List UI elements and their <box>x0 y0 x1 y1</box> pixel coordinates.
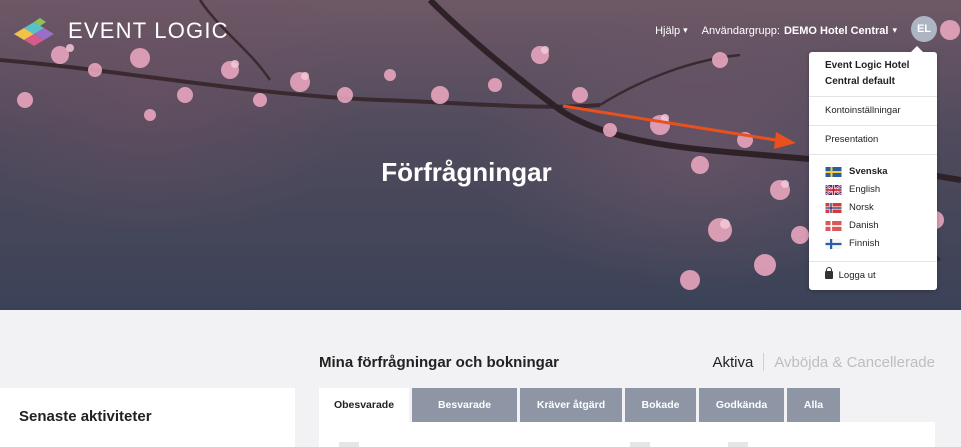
filter-declined-cancelled[interactable]: Avböjda & Cancellerade <box>774 354 935 371</box>
help-label: Hjälp <box>655 24 681 37</box>
language-danish[interactable]: Danish <box>825 217 921 235</box>
top-navigation: Hjälp ▾ Användargrupp: DEMO Hotel Centra… <box>655 16 937 42</box>
flag-dk-icon <box>825 221 842 231</box>
logout-button[interactable]: Logga ut <box>825 267 921 283</box>
language-finnish[interactable]: Finnish <box>825 235 921 253</box>
user-group-selector[interactable]: Användargrupp: DEMO Hotel Central ▾ <box>702 25 897 37</box>
language-label: Svenska <box>849 166 888 177</box>
tab-panel <box>319 422 935 447</box>
tab-requires-action[interactable]: Kräver åtgärd <box>520 388 622 422</box>
language-english[interactable]: English <box>825 181 921 199</box>
account-name: Event Logic Hotel Central default <box>809 52 937 97</box>
user-group-value: DEMO Hotel Central <box>783 24 889 37</box>
menu-item-account-settings[interactable]: Kontoinställningar <box>825 104 921 118</box>
tab-answered[interactable]: Besvarade <box>412 388 517 422</box>
recent-activities-title: Senaste aktiviteter <box>19 408 152 425</box>
request-tabs: Obesvarade Besvarade Kräver åtgärd Bokad… <box>319 388 840 422</box>
help-menu[interactable]: Hjälp ▾ <box>655 25 688 37</box>
chevron-down-icon: ▾ <box>683 25 688 35</box>
language-label: Norsk <box>849 202 874 213</box>
language-label: English <box>849 184 881 195</box>
main-content: Senaste aktiviteter Mina förfrågningar o… <box>0 310 961 447</box>
language-label: Danish <box>849 220 879 231</box>
to-label-placeholder <box>728 442 748 447</box>
language-norsk[interactable]: Norsk <box>825 199 921 217</box>
event-logic-logo-icon <box>12 14 56 48</box>
language-svenska[interactable]: Svenska <box>825 163 921 181</box>
requests-section-title: Mina förfrågningar och bokningar <box>319 354 560 371</box>
recent-activities-card: Senaste aktiviteter <box>0 388 295 447</box>
tab-booked[interactable]: Bokade <box>625 388 696 422</box>
tab-approved[interactable]: Godkända <box>699 388 784 422</box>
search-label-placeholder <box>339 442 359 447</box>
flag-fi-icon <box>825 239 842 249</box>
tab-unanswered[interactable]: Obesvarade <box>319 388 409 422</box>
filter-divider <box>763 353 765 371</box>
brand-name: EVENT LOGIC <box>68 18 229 43</box>
annotation-arrow <box>562 104 783 143</box>
user-dropdown-menu: Event Logic Hotel Central default Kontoi… <box>809 46 937 290</box>
logo[interactable]: EVENT LOGIC <box>12 14 229 48</box>
language-label: Finnish <box>849 238 880 249</box>
from-label-placeholder <box>630 442 650 447</box>
filter-active[interactable]: Aktiva <box>712 354 753 371</box>
menu-item-presentation[interactable]: Presentation <box>825 133 921 147</box>
logout-label: Logga ut <box>838 270 876 281</box>
tab-all[interactable]: Alla <box>787 388 840 422</box>
chevron-down-icon: ▾ <box>892 25 897 35</box>
lock-icon <box>825 267 833 279</box>
user-avatar[interactable]: EL <box>911 16 937 42</box>
flag-no-icon <box>825 203 842 213</box>
language-list: Svenska English Norsk Danish Finnish <box>809 155 937 262</box>
flag-gb-icon <box>825 185 842 195</box>
flag-se-icon <box>825 167 842 177</box>
user-group-label: Användargrupp: <box>701 24 780 37</box>
status-filter: Aktiva Avböjda & Cancellerade <box>712 353 935 371</box>
page-title: Förfrågningar <box>381 157 552 187</box>
